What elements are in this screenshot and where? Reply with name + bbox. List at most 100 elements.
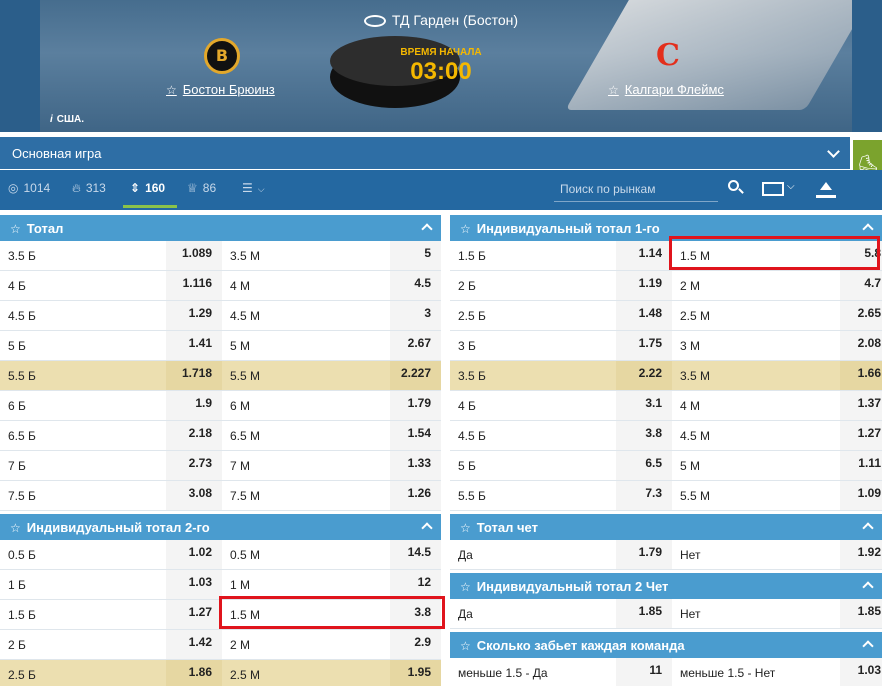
chevron-up-icon[interactable]: [421, 223, 433, 235]
market-header[interactable]: ☆ Сколько забьет каждая команда: [450, 632, 882, 658]
outcome-label[interactable]: 1 М: [222, 570, 390, 599]
collapse-all-icon[interactable]: [816, 180, 836, 198]
outcome-label[interactable]: 3.5 М: [672, 361, 840, 390]
star-icon[interactable]: ☆: [460, 639, 471, 653]
outcome-label[interactable]: 0.5 Б: [0, 540, 166, 569]
outcome-label[interactable]: 4 Б: [450, 391, 616, 420]
odds-button[interactable]: 1.09: [840, 481, 882, 510]
chevron-up-icon[interactable]: [862, 522, 874, 534]
odds-button[interactable]: 1.66: [840, 361, 882, 390]
star-icon[interactable]: ☆: [10, 521, 21, 535]
market-header[interactable]: ☆ Тотал: [0, 215, 441, 241]
outcome-label[interactable]: 5 М: [672, 451, 840, 480]
star-icon[interactable]: ☆: [10, 222, 21, 236]
search-icon[interactable]: [728, 180, 744, 196]
outcome-label[interactable]: 5.5 Б: [0, 361, 166, 390]
outcome-label[interactable]: 3.5 Б: [450, 361, 616, 390]
outcome-label[interactable]: 6.5 Б: [0, 421, 166, 450]
odds-button[interactable]: 11: [616, 658, 672, 686]
outcome-label[interactable]: 6 Б: [0, 391, 166, 420]
chevron-down-icon[interactable]: ⌵: [787, 181, 795, 192]
outcome-label[interactable]: меньше 1.5 - Да: [450, 658, 616, 686]
odds-button[interactable]: 14.5: [390, 540, 441, 569]
outcome-label[interactable]: 6.5 М: [222, 421, 390, 450]
odds-button[interactable]: 1.02: [166, 540, 222, 569]
outcome-label[interactable]: 4.5 Б: [450, 421, 616, 450]
outcome-label[interactable]: 4.5 М: [672, 421, 840, 450]
odds-button[interactable]: 2.08: [840, 331, 882, 360]
odds-button[interactable]: 1.75: [616, 331, 672, 360]
outcome-label[interactable]: 4 Б: [0, 271, 166, 300]
outcome-label[interactable]: меньше 1.5 - Нет: [672, 658, 840, 686]
odds-button[interactable]: 1.29: [166, 301, 222, 330]
outcome-label[interactable]: 5 Б: [450, 451, 616, 480]
odds-button[interactable]: 5.8: [840, 241, 882, 270]
odds-button[interactable]: 12: [390, 570, 441, 599]
odds-button[interactable]: 2.22: [616, 361, 672, 390]
odds-button[interactable]: 1.48: [616, 301, 672, 330]
outcome-label[interactable]: 5.5 М: [222, 361, 390, 390]
odds-button[interactable]: 1.27: [840, 421, 882, 450]
outcome-label[interactable]: 7 М: [222, 451, 390, 480]
outcome-label[interactable]: 1.5 М: [222, 600, 390, 629]
outcome-label[interactable]: 7 Б: [0, 451, 166, 480]
odds-button[interactable]: 1.9: [166, 391, 222, 420]
odds-button[interactable]: 2.73: [166, 451, 222, 480]
outcome-label[interactable]: 4.5 М: [222, 301, 390, 330]
outcome-label[interactable]: 7.5 М: [222, 481, 390, 510]
star-icon[interactable]: ☆: [460, 222, 471, 236]
odds-button[interactable]: 3.8: [616, 421, 672, 450]
odds-button[interactable]: 4.7: [840, 271, 882, 300]
outcome-label[interactable]: 3 Б: [450, 331, 616, 360]
odds-button[interactable]: 7.3: [616, 481, 672, 510]
odds-button[interactable]: 1.116: [166, 271, 222, 300]
outcome-label[interactable]: 2 М: [222, 630, 390, 659]
market-group-select[interactable]: Основная игра: [0, 137, 850, 169]
layout-columns-icon[interactable]: [762, 182, 784, 196]
outcome-label[interactable]: 4 М: [222, 271, 390, 300]
market-search-input[interactable]: [554, 176, 718, 202]
outcome-label[interactable]: 4 М: [672, 391, 840, 420]
odds-button[interactable]: 1.33: [390, 451, 441, 480]
outcome-label[interactable]: 1.5 М: [672, 241, 840, 270]
star-icon[interactable]: ☆: [460, 580, 471, 594]
outcome-label[interactable]: 2.5 М: [672, 301, 840, 330]
odds-button[interactable]: 6.5: [616, 451, 672, 480]
outcome-label[interactable]: Да: [450, 599, 616, 628]
odds-button[interactable]: 4.5: [390, 271, 441, 300]
odds-button[interactable]: 1.86: [166, 660, 222, 686]
odds-button[interactable]: 1.95: [390, 660, 441, 686]
outcome-label[interactable]: 5.5 Б: [450, 481, 616, 510]
filter-all[interactable]: ◎ 1014: [8, 181, 50, 195]
outcome-label[interactable]: 2 Б: [0, 630, 166, 659]
outcome-label[interactable]: Нет: [672, 599, 840, 628]
chevron-up-icon[interactable]: [421, 522, 433, 534]
odds-button[interactable]: 5: [390, 241, 441, 270]
odds-button[interactable]: 3.8: [390, 600, 441, 629]
outcome-label[interactable]: 2.5 М: [222, 660, 390, 686]
chevron-up-icon[interactable]: [862, 640, 874, 652]
outcome-label[interactable]: 6 М: [222, 391, 390, 420]
odds-button[interactable]: 3.08: [166, 481, 222, 510]
odds-button[interactable]: 1.85: [840, 599, 882, 628]
odds-button[interactable]: 1.14: [616, 241, 672, 270]
outcome-label[interactable]: 2.5 Б: [0, 660, 166, 686]
filter-popular[interactable]: 🔥︎ 313: [72, 181, 106, 196]
odds-button[interactable]: 1.03: [840, 658, 882, 686]
odds-button[interactable]: 2.65: [840, 301, 882, 330]
outcome-label[interactable]: 0.5 М: [222, 540, 390, 569]
star-icon[interactable]: ☆: [460, 521, 471, 535]
outcome-label[interactable]: 4.5 Б: [0, 301, 166, 330]
outcome-label[interactable]: 1.5 Б: [450, 241, 616, 270]
outcome-label[interactable]: 2.5 Б: [450, 301, 616, 330]
odds-button[interactable]: 1.42: [166, 630, 222, 659]
odds-button[interactable]: 1.41: [166, 331, 222, 360]
odds-button[interactable]: 2.227: [390, 361, 441, 390]
odds-button[interactable]: 1.718: [166, 361, 222, 390]
chevron-up-icon[interactable]: [862, 223, 874, 235]
odds-button[interactable]: 3: [390, 301, 441, 330]
market-header[interactable]: ☆ Тотал чет: [450, 514, 882, 540]
odds-button[interactable]: 1.19: [616, 271, 672, 300]
outcome-label[interactable]: 7.5 Б: [0, 481, 166, 510]
outcome-label[interactable]: 5.5 М: [672, 481, 840, 510]
